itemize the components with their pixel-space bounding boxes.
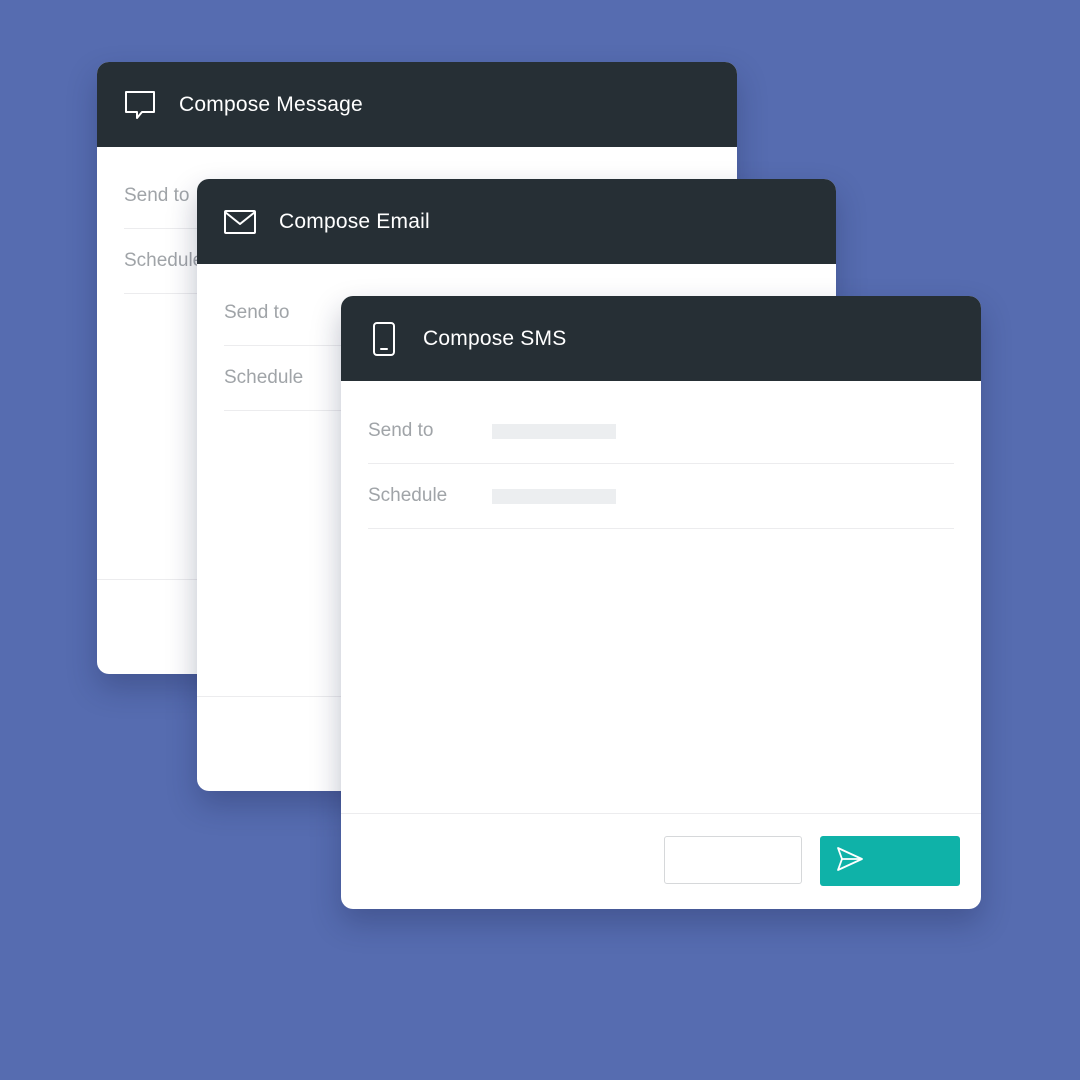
send-to-label: Send to	[224, 302, 290, 323]
message-bubble-icon	[122, 87, 158, 123]
envelope-icon	[222, 204, 258, 240]
compose-email-header: Compose Email	[197, 179, 836, 264]
schedule-label: Schedule	[368, 485, 448, 506]
canvas: Compose Message Send to Schedule Compose…	[0, 0, 1080, 1080]
compose-email-title: Compose Email	[279, 209, 430, 233]
schedule-row[interactable]: Schedule	[368, 464, 954, 529]
compose-sms-footer	[341, 813, 981, 909]
mobile-phone-icon	[366, 321, 402, 357]
compose-sms-header: Compose SMS	[341, 296, 981, 381]
send-icon	[836, 846, 864, 877]
compose-sms-window: Compose SMS Send to Schedule	[341, 296, 981, 909]
send-to-row[interactable]: Send to	[368, 399, 954, 464]
cancel-button[interactable]	[664, 836, 802, 884]
compose-sms-title: Compose SMS	[423, 326, 567, 350]
send-to-input[interactable]	[492, 423, 616, 439]
send-button[interactable]	[820, 836, 960, 886]
schedule-input[interactable]	[492, 488, 616, 504]
schedule-label: Schedule	[224, 367, 304, 388]
compose-message-header: Compose Message	[97, 62, 737, 147]
send-to-label: Send to	[368, 420, 434, 441]
compose-message-title: Compose Message	[179, 92, 363, 116]
